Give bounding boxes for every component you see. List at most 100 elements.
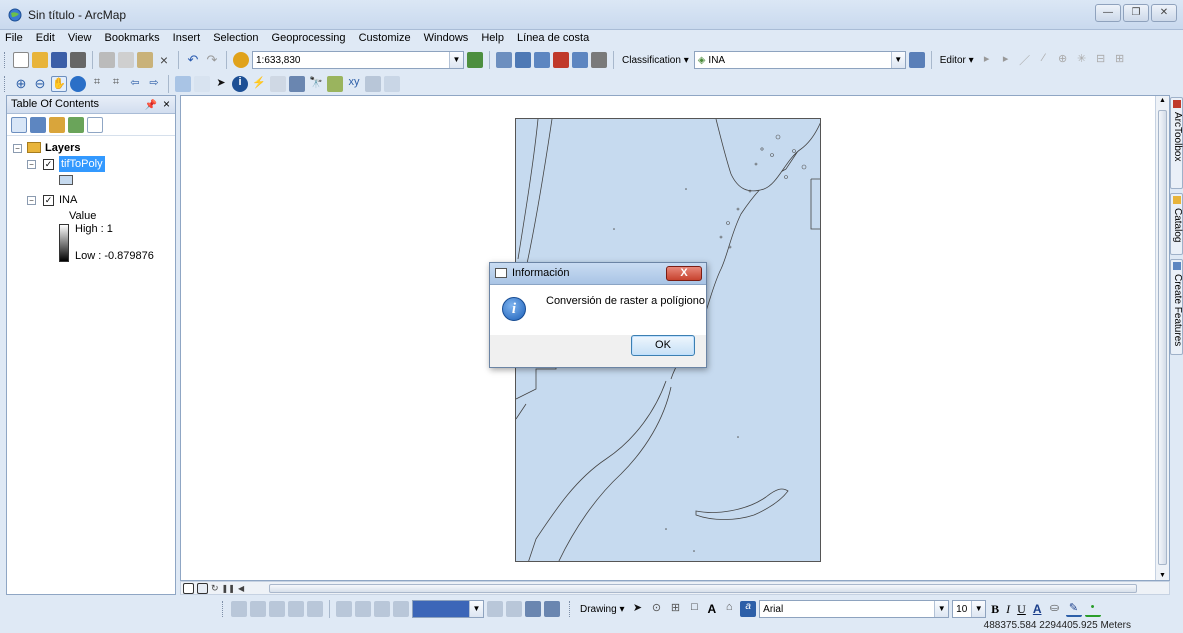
- map-scale-combo[interactable]: 1:633,830 ▼: [252, 51, 464, 69]
- toolbar-grip[interactable]: [4, 52, 7, 68]
- scrollbar-thumb[interactable]: [1158, 110, 1167, 565]
- end-point-arc-icon[interactable]: ⁄: [1036, 52, 1052, 68]
- menu-windows[interactable]: Windows: [419, 30, 474, 46]
- font-color-button[interactable]: A: [1031, 602, 1044, 616]
- straight-segment-icon[interactable]: ／: [1017, 52, 1033, 68]
- arctoolbox-icon[interactable]: [553, 52, 569, 68]
- collapse-icon[interactable]: −: [13, 144, 22, 153]
- close-icon[interactable]: ×: [163, 96, 170, 113]
- toolbar-grip[interactable]: [222, 601, 225, 617]
- change-layout-icon[interactable]: [506, 601, 522, 617]
- edit-tool-icon[interactable]: ▸: [979, 52, 995, 68]
- layer-name[interactable]: INA: [59, 192, 77, 208]
- drawing-dropdown[interactable]: Drawing ▾: [578, 604, 626, 615]
- menu-file[interactable]: File: [0, 30, 28, 46]
- grayscale-ramp-swatch[interactable]: [59, 224, 69, 262]
- scroll-left-icon[interactable]: ◀: [238, 584, 244, 593]
- catalog-icon[interactable]: [515, 52, 531, 68]
- select-features-icon[interactable]: [175, 76, 191, 92]
- italic-button[interactable]: I: [1004, 602, 1012, 617]
- toolbar-grip[interactable]: [4, 76, 7, 92]
- layout-zoom-combo[interactable]: ▼: [412, 600, 484, 618]
- collapse-icon[interactable]: −: [27, 196, 36, 205]
- open-folder-icon[interactable]: [32, 52, 48, 68]
- options-icon[interactable]: [87, 116, 103, 133]
- line-color-icon[interactable]: ✎: [1065, 601, 1082, 617]
- menu-linea-de-costa[interactable]: Línea de costa: [512, 30, 594, 46]
- menu-bookmarks[interactable]: Bookmarks: [100, 30, 165, 46]
- dialog-title-bar[interactable]: Información X: [490, 263, 706, 285]
- pan-hand-icon[interactable]: ✋: [51, 76, 67, 92]
- scrollbar-thumb[interactable]: [269, 584, 1137, 593]
- layer-name[interactable]: tifToPoly: [59, 156, 105, 172]
- chevron-down-icon[interactable]: ▼: [971, 601, 986, 617]
- fixed-zoom-in-icon[interactable]: ⌗: [89, 76, 105, 92]
- construction-icon[interactable]: ⊕: [1055, 52, 1071, 68]
- back-layout-icon[interactable]: [355, 601, 371, 617]
- print-icon[interactable]: [70, 52, 86, 68]
- zoom-100-icon[interactable]: [336, 601, 352, 617]
- callout-icon[interactable]: ⌂: [721, 601, 737, 617]
- save-icon[interactable]: [51, 52, 67, 68]
- menu-geoprocessing[interactable]: Geoprocessing: [267, 30, 351, 46]
- select-elements-icon[interactable]: ➤: [629, 601, 645, 617]
- fixed-zoom-out-icon[interactable]: ⌗: [108, 76, 124, 92]
- polygon-symbol-swatch[interactable]: [59, 175, 73, 185]
- snapping-icon[interactable]: ✳: [1074, 52, 1090, 68]
- pin-icon[interactable]: 📌: [145, 97, 157, 114]
- new-document-icon[interactable]: [13, 52, 29, 68]
- list-by-drawing-order-icon[interactable]: [11, 116, 27, 133]
- zoom-to-selected-icon[interactable]: ⊞: [667, 601, 683, 617]
- cut-icon[interactable]: [99, 52, 115, 68]
- editor-dropdown[interactable]: Editor ▾: [938, 55, 976, 66]
- vertical-scrollbar[interactable]: ▲ ▼: [1155, 96, 1169, 580]
- scroll-up-icon[interactable]: ▲: [1159, 97, 1166, 104]
- search-window-icon[interactable]: [534, 52, 550, 68]
- dialog-close-button[interactable]: X: [666, 266, 702, 281]
- histogram-icon[interactable]: [908, 52, 925, 68]
- menu-insert[interactable]: Insert: [168, 30, 206, 46]
- time-slider-icon[interactable]: [365, 76, 381, 92]
- data-view-icon[interactable]: [183, 582, 194, 594]
- horizontal-scrollbar[interactable]: ↻ ❚❚ ◀: [180, 581, 1170, 595]
- layout-view-icon[interactable]: [197, 582, 208, 594]
- font-name-combo[interactable]: Arial ▼: [759, 600, 950, 618]
- redo-icon[interactable]: ↷: [204, 52, 220, 68]
- layer-row-tiftopoly[interactable]: − ✓ tifToPoly: [11, 156, 171, 172]
- pan-layout-icon[interactable]: [288, 601, 304, 617]
- collapse-icon[interactable]: −: [27, 160, 36, 169]
- focus-data-frame-icon[interactable]: [487, 601, 503, 617]
- catalog-tab[interactable]: Catalog: [1170, 193, 1183, 255]
- arctoolbox-tab[interactable]: ArcToolbox: [1170, 97, 1183, 189]
- new-text-icon[interactable]: A: [705, 602, 718, 616]
- clear-selection-icon[interactable]: [194, 76, 210, 92]
- ok-button[interactable]: OK: [631, 335, 695, 356]
- chevron-down-icon[interactable]: ▼: [469, 601, 483, 617]
- go-to-xy-icon[interactable]: xy: [346, 76, 362, 92]
- layer-visibility-checkbox[interactable]: ✓: [43, 159, 54, 170]
- forward-extent-icon[interactable]: ⇨: [146, 76, 162, 92]
- toggle-draft-mode-icon[interactable]: [393, 601, 409, 617]
- split-tool-icon[interactable]: ⊟: [1093, 52, 1109, 68]
- zoom-out-icon[interactable]: ⊖: [32, 76, 48, 92]
- copy-icon[interactable]: [118, 52, 134, 68]
- measure-icon[interactable]: [289, 76, 305, 92]
- find-icon[interactable]: 🔭: [308, 76, 324, 92]
- zoom-in-icon[interactable]: ⊕: [13, 76, 29, 92]
- scroll-down-icon[interactable]: ▼: [1159, 572, 1166, 579]
- layers-group-row[interactable]: − Layers: [11, 140, 171, 156]
- back-extent-icon[interactable]: ⇦: [127, 76, 143, 92]
- fill-color-icon[interactable]: ⛀: [1047, 601, 1063, 617]
- menu-view[interactable]: View: [63, 30, 97, 46]
- minimize-button[interactable]: —: [1095, 4, 1121, 22]
- close-button[interactable]: ✕: [1151, 4, 1177, 22]
- menu-edit[interactable]: Edit: [31, 30, 60, 46]
- classification-dropdown[interactable]: Classification ▾: [620, 55, 691, 66]
- chevron-down-icon[interactable]: ▼: [934, 601, 949, 617]
- refresh-icon[interactable]: ↻: [211, 583, 219, 594]
- chevron-down-icon[interactable]: ▼: [890, 52, 905, 68]
- underline-button[interactable]: U: [1015, 602, 1028, 617]
- paste-icon[interactable]: [137, 52, 153, 68]
- list-by-selection-icon[interactable]: [68, 116, 84, 133]
- layer-visibility-checkbox[interactable]: ✓: [43, 195, 54, 206]
